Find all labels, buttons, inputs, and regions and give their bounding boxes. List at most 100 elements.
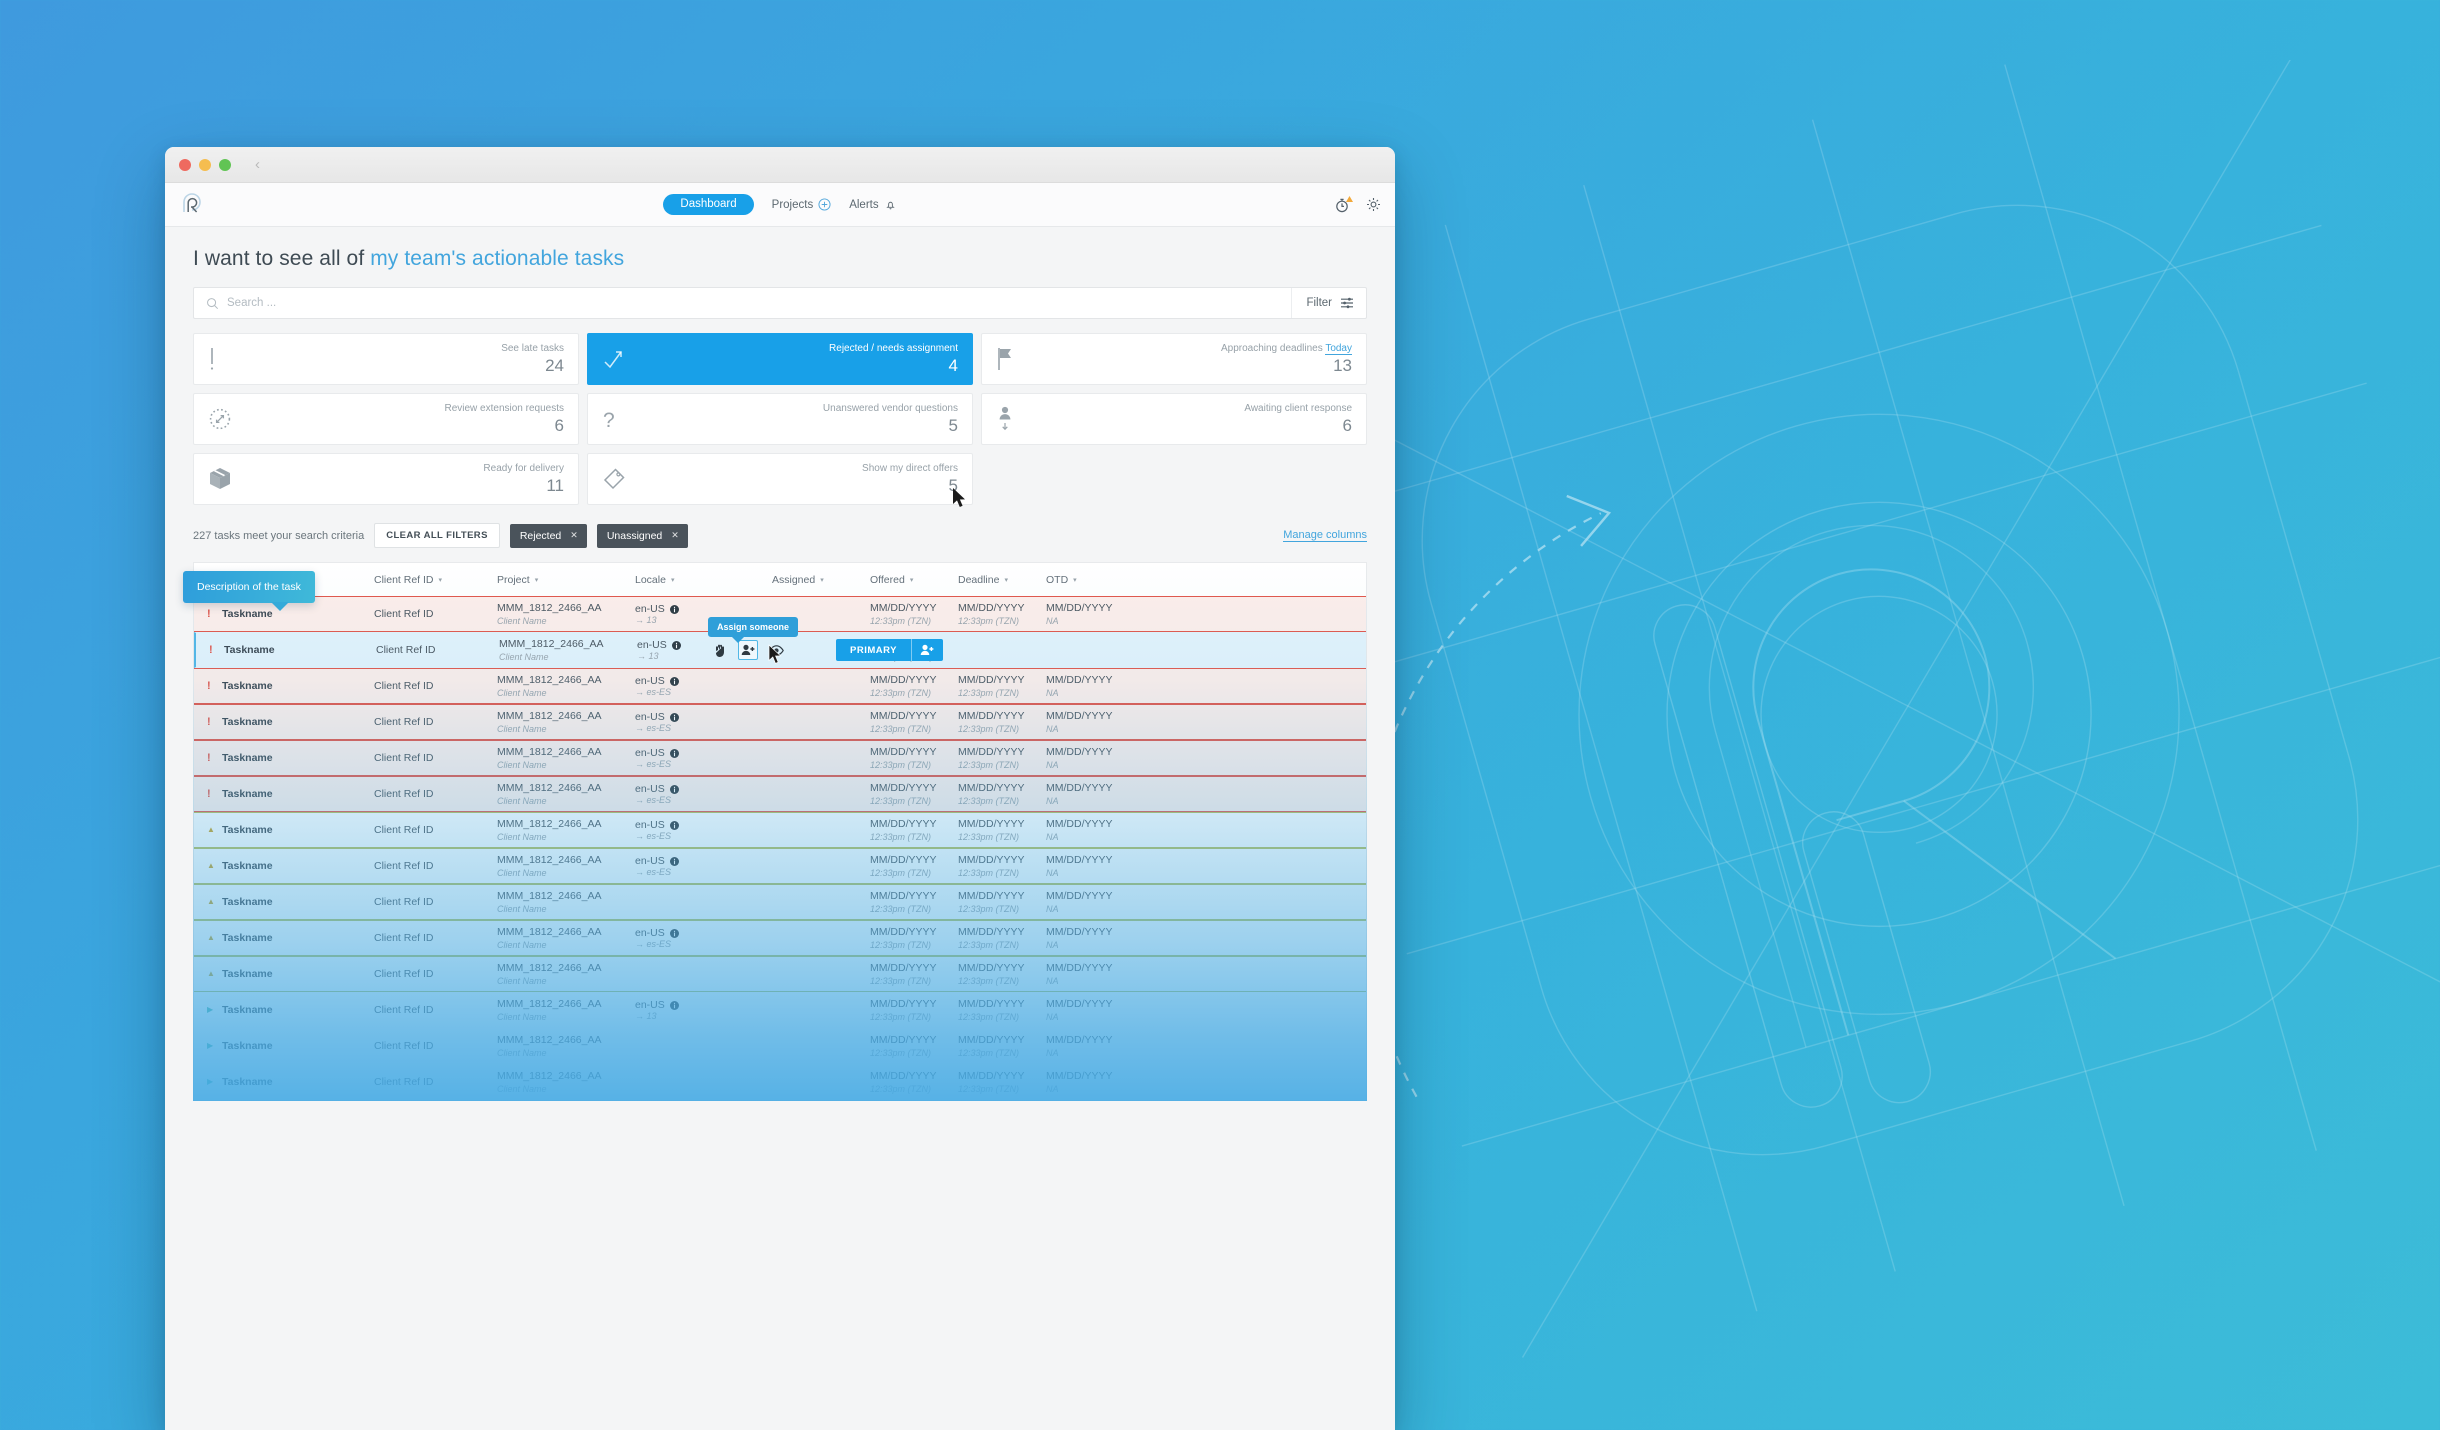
- row-client-cell: Client Ref ID: [374, 715, 434, 728]
- row-otd-cell: MM/DD/YYYY NA: [1046, 961, 1113, 986]
- row-project-cell: MMM_1812_2466_AA Client Name: [497, 817, 602, 842]
- row-task-cell[interactable]: Taskname: [222, 993, 374, 1027]
- col-header-project[interactable]: Project ▾: [497, 574, 629, 586]
- filter-chip-unassigned[interactable]: Unassigned ✕: [596, 523, 688, 548]
- info-icon[interactable]: [669, 1000, 679, 1010]
- row-otd-cell: MM/DD/YYYY NA: [1046, 745, 1113, 770]
- row-locale-cell: en-US → es-ES: [635, 921, 772, 955]
- row-task-cell[interactable]: Taskname: [222, 777, 374, 811]
- info-icon[interactable]: [669, 748, 679, 758]
- col-header-locale[interactable]: Locale ▾: [635, 574, 766, 586]
- filter-button[interactable]: Filter: [1291, 288, 1354, 318]
- task-name: Taskname: [222, 1076, 273, 1088]
- manage-columns-link[interactable]: Manage columns: [1283, 529, 1367, 542]
- primary-button[interactable]: PRIMARY: [836, 639, 911, 661]
- chip-remove-icon[interactable]: ✕: [570, 530, 578, 541]
- chip-remove-icon[interactable]: ✕: [671, 530, 679, 541]
- row-deadline-cell: MM/DD/YYYY 12:33pm (TZN): [958, 817, 1025, 842]
- info-icon[interactable]: [669, 820, 679, 830]
- clear-all-filters-button[interactable]: CLEAR ALL FILTERS: [374, 523, 500, 548]
- row-deadline-cell: MM/DD/YYYY 12:33pm (TZN): [958, 853, 1025, 878]
- nav-tab-projects[interactable]: Projects: [772, 198, 832, 211]
- table-row[interactable]: ! Taskname Client Ref ID MMM_1812_2466_AA Cl…: [194, 704, 1366, 740]
- eye-icon[interactable]: [768, 642, 784, 658]
- tile-unanswered-vendor-questions[interactable]: ? Unanswered vendor questions 5: [587, 393, 973, 445]
- tile-approaching-deadlines[interactable]: Approaching deadlines Today 13: [981, 333, 1367, 385]
- table-row[interactable]: ▲ Taskname Client Ref ID MMM_1812_2466_AA Cl…: [194, 812, 1366, 848]
- back-chevron-icon[interactable]: ‹: [255, 157, 260, 172]
- col-header-otd[interactable]: OTD ▾: [1046, 574, 1126, 586]
- row-task-cell[interactable]: Taskname: [222, 741, 374, 775]
- tile-show-my-direct-offers[interactable]: Show my direct offers 5: [587, 453, 973, 505]
- tile-awaiting-client-response[interactable]: Awaiting client response 6: [981, 393, 1367, 445]
- col-header-offered[interactable]: Offered ▾: [870, 574, 952, 586]
- table-row[interactable]: ! Taskname Client Ref ID MMM_1812_2466_AA Cl…: [194, 776, 1366, 812]
- info-icon[interactable]: [669, 784, 679, 794]
- table-row[interactable]: ▶ Taskname Client Ref ID MMM_1812_2466_AA Cl…: [194, 992, 1366, 1028]
- gear-icon[interactable]: [1366, 197, 1381, 212]
- row-task-cell[interactable]: Taskname: [222, 813, 374, 847]
- info-icon[interactable]: [669, 856, 679, 866]
- row-flag-cell: !: [194, 669, 222, 703]
- table-row[interactable]: ▲ Taskname Client Ref ID MMM_1812_2466_AA Cl…: [194, 884, 1366, 920]
- nav-tab-dashboard[interactable]: Dashboard: [663, 193, 754, 216]
- minimize-window-button[interactable]: [199, 158, 211, 171]
- tile-review-extension-requests[interactable]: Review extension requests 6: [193, 393, 579, 445]
- nav-tab-alerts[interactable]: Alerts: [849, 198, 896, 211]
- row-deadline-cell: MM/DD/YYYY 12:33pm (TZN): [958, 889, 1025, 914]
- box-icon: [208, 464, 234, 494]
- table-row[interactable]: ! Taskname Client Ref ID MMM_1812_2466_AA Cl…: [194, 668, 1366, 704]
- table-row[interactable]: ▶ Taskname Client Ref ID MMM_1812_2466_AA Cl…: [194, 1028, 1366, 1064]
- tile-rejected-needs-assignment[interactable]: Rejected / needs assignment 4: [587, 333, 973, 385]
- add-person-icon[interactable]: [738, 640, 758, 660]
- row-task-cell[interactable]: Taskname: [222, 1065, 374, 1099]
- task-name: Taskname: [222, 968, 273, 980]
- row-task-cell[interactable]: Taskname: [222, 669, 374, 703]
- timer-icon[interactable]: [1335, 195, 1353, 213]
- tile-count: 4: [948, 355, 958, 375]
- row-task-cell[interactable]: Taskname: [222, 1029, 374, 1063]
- close-window-button[interactable]: [179, 158, 191, 171]
- info-icon[interactable]: [669, 604, 679, 614]
- info-icon[interactable]: [669, 712, 679, 722]
- row-task-cell[interactable]: Taskname: [222, 921, 374, 955]
- search-input[interactable]: [227, 297, 1282, 309]
- table-row[interactable]: ▲ Taskname Client Ref ID MMM_1812_2466_AA Cl…: [194, 956, 1366, 992]
- hand-icon[interactable]: [712, 642, 728, 658]
- row-flag-cell: !: [194, 741, 222, 775]
- table-row[interactable]: ▲ Taskname Client Ref ID MMM_1812_2466_AA Cl…: [194, 848, 1366, 884]
- info-icon[interactable]: [671, 640, 681, 650]
- row-client-cell: Client Ref ID: [374, 931, 434, 944]
- row-task-cell[interactable]: Taskname: [222, 705, 374, 739]
- col-header-assigned[interactable]: Assigned ▾: [772, 574, 864, 586]
- page-title-accent[interactable]: my team's actionable tasks: [370, 247, 624, 270]
- table-row[interactable]: ! Taskname Client Ref ID MMM_1812_2466_AA Cl…: [194, 617, 1366, 668]
- tile-label: Approaching deadlines Today: [1220, 343, 1352, 356]
- assign-someone-tooltip: Assign someone: [708, 617, 799, 643]
- col-header-deadline[interactable]: Deadline ▾: [958, 574, 1040, 586]
- tile-count: 13: [1333, 355, 1352, 375]
- primary-add-person-button[interactable]: [910, 639, 943, 661]
- page-title-prefix: I want to see all of: [193, 247, 371, 270]
- app-logo[interactable]: [179, 192, 205, 218]
- row-action-cluster: [712, 633, 784, 667]
- info-icon[interactable]: [669, 928, 679, 938]
- row-project-cell: MMM_1812_2466_AA Client Name: [497, 601, 602, 626]
- row-task-cell[interactable]: Taskname: [222, 885, 374, 919]
- tile-today-link[interactable]: Today: [1325, 343, 1352, 356]
- row-client-cell: Client Ref ID: [374, 1075, 434, 1088]
- row-task-cell[interactable]: Taskname: [222, 849, 374, 883]
- row-task-cell[interactable]: Taskname: [224, 633, 376, 667]
- row-task-cell[interactable]: Taskname: [222, 957, 374, 991]
- tile-ready-for-delivery[interactable]: Ready for delivery 11: [193, 453, 579, 505]
- col-header-client-ref-id[interactable]: Client Ref ID ▾: [374, 574, 491, 586]
- tile-label: Rejected / needs assignment: [829, 343, 958, 355]
- row-flag-cell: ▲: [194, 957, 222, 991]
- table-row[interactable]: ! Taskname Client Ref ID MMM_1812_2466_AA Cl…: [194, 740, 1366, 776]
- table-row[interactable]: ▶ Taskname Client Ref ID MMM_1812_2466_AA Cl…: [194, 1064, 1366, 1100]
- tile-see-late-tasks[interactable]: See late tasks 24: [193, 333, 579, 385]
- maximize-window-button[interactable]: [219, 158, 231, 171]
- filter-chip-rejected[interactable]: Rejected ✕: [509, 523, 587, 548]
- info-icon[interactable]: [669, 676, 679, 686]
- table-row[interactable]: ▲ Taskname Client Ref ID MMM_1812_2466_AA Cl…: [194, 920, 1366, 956]
